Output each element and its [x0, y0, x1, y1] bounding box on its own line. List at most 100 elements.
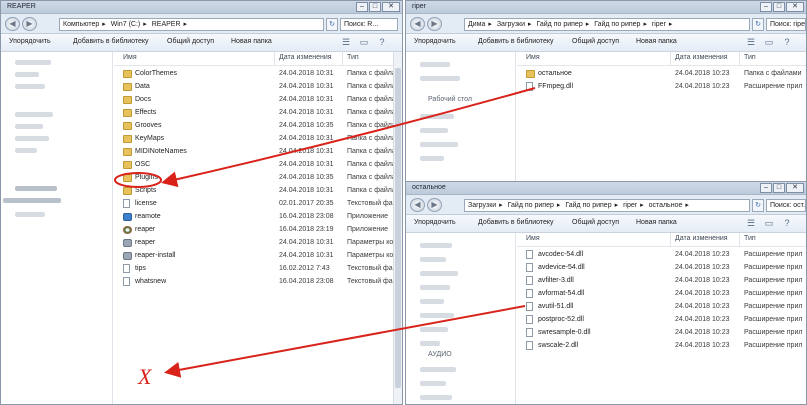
list-item[interactable]: MIDINoteNames 24.04.2018 10:31 Папка с фай… [114, 146, 402, 159]
back-icon[interactable]: ◀ [410, 17, 425, 31]
list-item[interactable]: Scripts 24.04.2018 10:31 Папка с файлами [114, 185, 402, 198]
view-options-icon[interactable]: ☰ [746, 218, 756, 229]
view-options-icon[interactable]: ☰ [746, 37, 756, 48]
breadcrumb-item[interactable]: Загрузки [497, 21, 525, 28]
refresh-icon[interactable]: ↻ [752, 199, 764, 212]
minimize-icon[interactable]: – [356, 2, 368, 12]
list-item[interactable]: license 02.01.2017 20:35 Текстовый файл [114, 198, 402, 211]
titlebar[interactable]: REAPER – □ ✕ [1, 1, 402, 14]
breadcrumb-item[interactable]: Гайд по рипер [536, 21, 582, 28]
column-date[interactable]: Дата изменения [675, 235, 728, 242]
help-icon[interactable]: ? [782, 37, 792, 48]
breadcrumb[interactable]: Загрузки ▸ Гайд по рипер ▸ Гайд по рипер ▸ … [464, 199, 750, 212]
titlebar[interactable]: остальное – □ ✕ [406, 182, 806, 195]
list-item[interactable]: avfilter-3.dll 24.04.2018 10:23 Расширение… [517, 275, 806, 288]
breadcrumb-item[interactable]: Загрузки [468, 202, 496, 209]
list-item[interactable]: FFmpeg.dll 24.04.2018 10:23 Расширение при… [517, 81, 806, 94]
column-date[interactable]: Дата изменения [675, 54, 728, 61]
new-folder-button[interactable]: Новая папка [636, 38, 677, 45]
scrollbar[interactable] [393, 52, 402, 404]
list-item[interactable]: avdevice-54.dll 24.04.2018 10:23 Расширени… [517, 262, 806, 275]
breadcrumb-item[interactable]: Win7 (C:) [111, 21, 141, 28]
list-item[interactable]: Plugins 24.04.2018 10:35 Папка с файлами [114, 172, 402, 185]
close-icon[interactable]: ✕ [382, 2, 400, 12]
maximize-icon[interactable]: □ [369, 2, 381, 12]
list-item[interactable]: reaper-install 24.04.2018 10:31 Параметры … [114, 250, 402, 263]
search-input[interactable]: Поиск: riper [766, 18, 806, 31]
back-icon[interactable]: ◀ [5, 17, 20, 31]
list-item[interactable]: avcodec-54.dll 24.04.2018 10:23 Расширение… [517, 249, 806, 262]
list-item[interactable]: KeyMaps 24.04.2018 10:31 Папка с файлами [114, 133, 402, 146]
nav-item-audio[interactable]: АУДИО [428, 351, 452, 358]
preview-pane-icon[interactable]: ▭ [764, 218, 774, 229]
breadcrumb-item[interactable]: Компьютер [63, 21, 99, 28]
list-item[interactable]: reaper 16.04.2018 23:19 Приложение [114, 224, 402, 237]
list-item[interactable]: avformat-54.dll 24.04.2018 10:23 Расширени… [517, 288, 806, 301]
list-item[interactable]: Grooves 24.04.2018 10:35 Папка с файлами [114, 120, 402, 133]
navigation-pane[interactable] [1, 52, 113, 404]
add-to-library-button[interactable]: Добавить в библиотеку [73, 38, 149, 45]
share-button[interactable]: Общий доступ [572, 219, 619, 226]
nav-item-desktop[interactable]: Рабочий стол [428, 96, 472, 103]
new-folder-button[interactable]: Новая папка [636, 219, 677, 226]
help-icon[interactable]: ? [377, 37, 387, 48]
search-input[interactable]: Поиск: ост... [766, 199, 806, 212]
column-type[interactable]: Тип [744, 235, 756, 242]
view-options-icon[interactable]: ☰ [341, 37, 351, 48]
forward-icon[interactable]: ▶ [427, 198, 442, 212]
organize-button[interactable]: Упорядочить [9, 38, 51, 45]
share-button[interactable]: Общий доступ [572, 38, 619, 45]
close-icon[interactable]: ✕ [786, 2, 804, 12]
preview-pane-icon[interactable]: ▭ [359, 37, 369, 48]
list-item[interactable]: Docs 24.04.2018 10:31 Папка с файлами [114, 94, 402, 107]
column-type[interactable]: Тип [744, 54, 756, 61]
list-item[interactable]: ColorThemes 24.04.2018 10:31 Папка с файла… [114, 68, 402, 81]
share-button[interactable]: Общий доступ [167, 38, 214, 45]
list-item[interactable]: whatsnew 16.04.2018 23:08 Текстовый файл [114, 276, 402, 289]
navigation-pane[interactable]: Рабочий стол [406, 52, 516, 182]
list-item[interactable]: swresample-0.dll 24.04.2018 10:23 Расширен… [517, 327, 806, 340]
breadcrumb-item[interactable]: riper [652, 21, 666, 28]
search-input[interactable]: Поиск: R... [340, 18, 398, 31]
list-item[interactable]: остальное 24.04.2018 10:23 Папка с файлами [517, 68, 806, 81]
back-icon[interactable]: ◀ [410, 198, 425, 212]
add-to-library-button[interactable]: Добавить в библиотеку [478, 219, 554, 226]
breadcrumb-item[interactable]: Гайд по рипер [594, 21, 640, 28]
list-item[interactable]: avutil-51.dll 24.04.2018 10:23 Расширение … [517, 301, 806, 314]
minimize-icon[interactable]: – [760, 183, 772, 193]
titlebar[interactable]: riper – □ ✕ [406, 1, 806, 14]
refresh-icon[interactable]: ↻ [326, 18, 338, 31]
breadcrumb-item[interactable]: Гайд по рипер [565, 202, 611, 209]
forward-icon[interactable]: ▶ [427, 17, 442, 31]
minimize-icon[interactable]: – [760, 2, 772, 12]
list-item[interactable]: swscale-2.dll 24.04.2018 10:23 Расширение … [517, 340, 806, 353]
breadcrumb-item[interactable]: Гайд по рипер [508, 202, 554, 209]
new-folder-button[interactable]: Новая папка [231, 38, 272, 45]
organize-button[interactable]: Упорядочить [414, 219, 456, 226]
breadcrumb[interactable]: Дима ▸ Загрузки ▸ Гайд по рипер ▸ Гайд по р… [464, 18, 750, 31]
forward-icon[interactable]: ▶ [22, 17, 37, 31]
refresh-icon[interactable]: ↻ [752, 18, 764, 31]
list-item[interactable]: reaper24.04.2018 10:31Параметры конфигу.… [114, 237, 402, 250]
list-item[interactable]: tips 16.02.2012 7:43 Текстовый файл [114, 263, 402, 276]
close-icon[interactable]: ✕ [786, 183, 804, 193]
preview-pane-icon[interactable]: ▭ [764, 37, 774, 48]
list-item[interactable]: OSC 24.04.2018 10:31 Папка с файлами [114, 159, 402, 172]
column-name[interactable]: Имя [123, 54, 137, 61]
list-item[interactable]: Data 24.04.2018 10:31 Папка с файлами [114, 81, 402, 94]
help-icon[interactable]: ? [782, 218, 792, 229]
breadcrumb[interactable]: Компьютер ▸ Win7 (C:) ▸ REAPER ▸ [59, 18, 324, 31]
breadcrumb-item[interactable]: остальное [649, 202, 683, 209]
maximize-icon[interactable]: □ [773, 183, 785, 193]
organize-button[interactable]: Упорядочить [414, 38, 456, 45]
breadcrumb-item[interactable]: riper [623, 202, 637, 209]
column-type[interactable]: Тип [347, 54, 359, 61]
maximize-icon[interactable]: □ [773, 2, 785, 12]
list-item[interactable]: Effects 24.04.2018 10:31 Папка с файлами [114, 107, 402, 120]
column-name[interactable]: Имя [526, 54, 540, 61]
column-name[interactable]: Имя [526, 235, 540, 242]
column-date[interactable]: Дата изменения [279, 54, 332, 61]
breadcrumb-item[interactable]: Дима [468, 21, 485, 28]
list-item[interactable]: reamote 16.04.2018 23:08 Приложение [114, 211, 402, 224]
navigation-pane[interactable]: АУДИО [406, 233, 516, 404]
